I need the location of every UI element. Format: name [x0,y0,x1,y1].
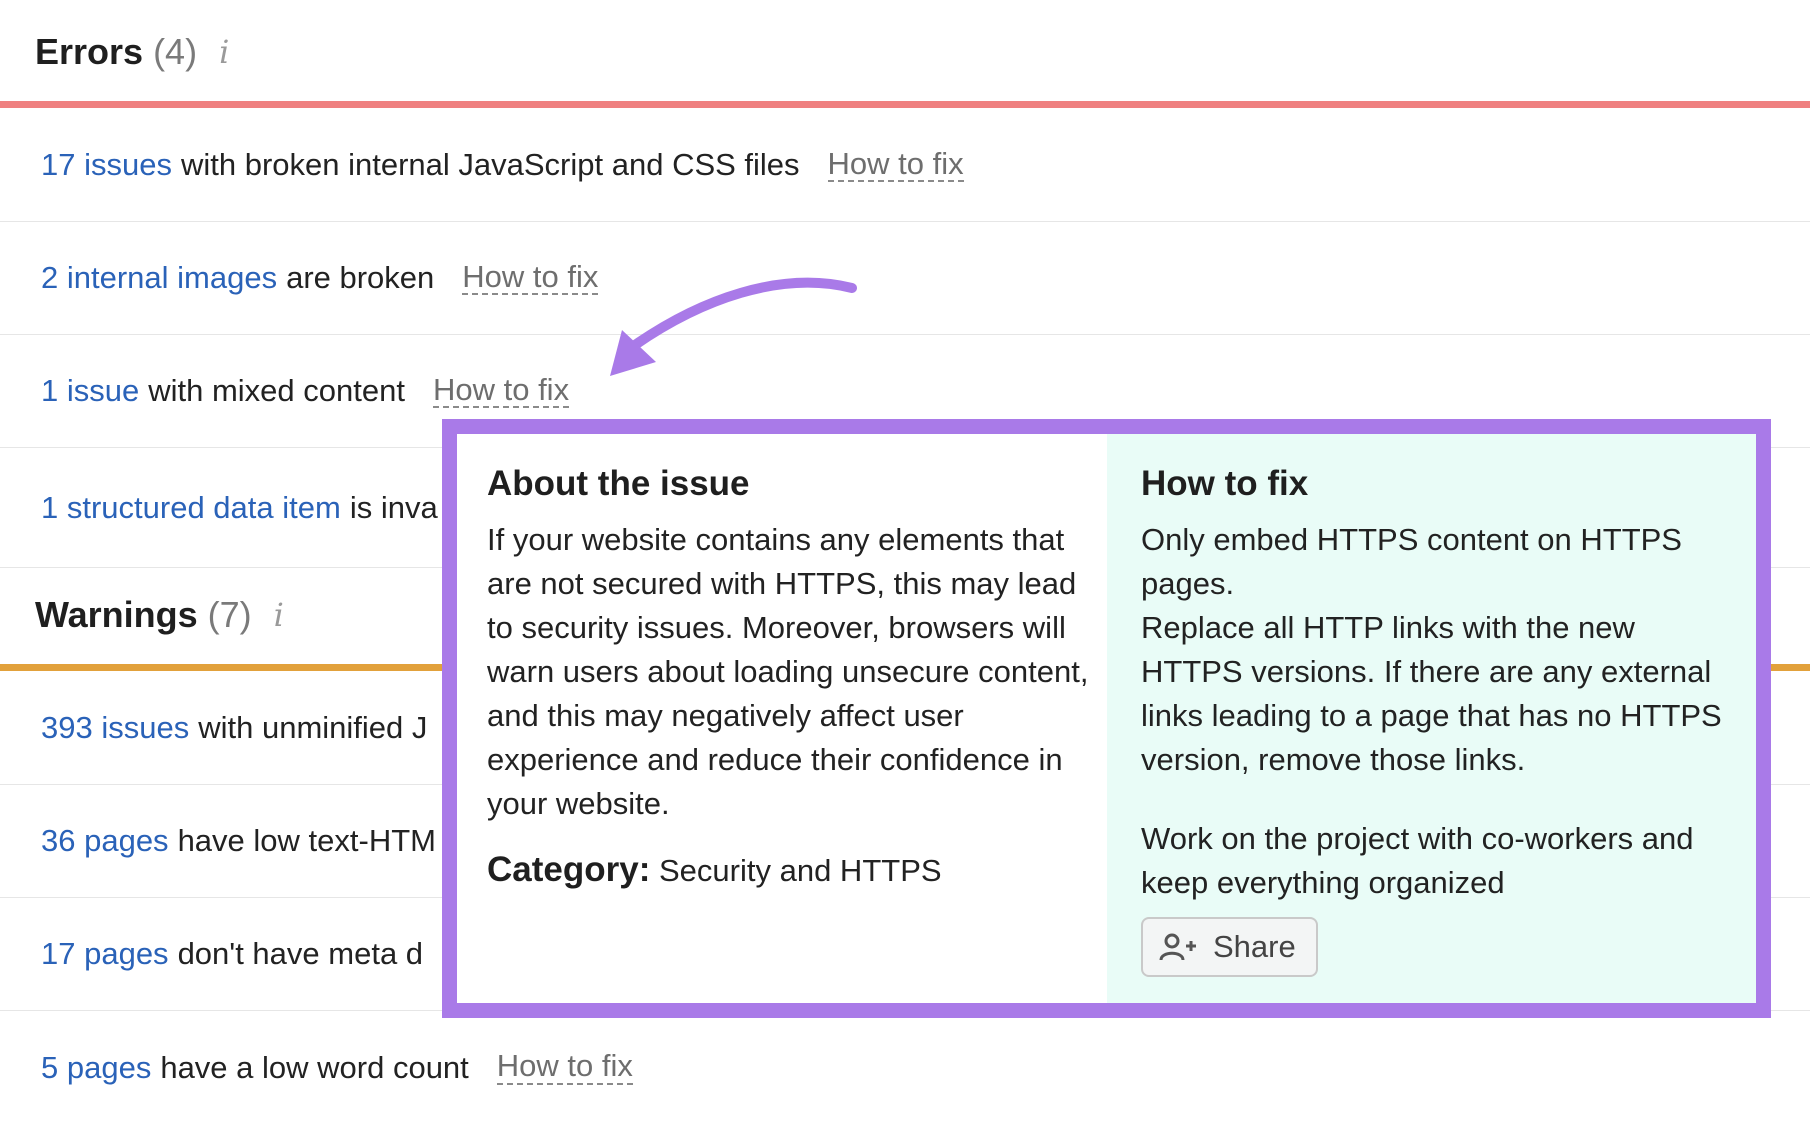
error-row: 17 issues with broken internal JavaScrip… [0,109,1810,222]
errors-divider [0,101,1810,108]
issue-count-link[interactable]: 36 pages [41,823,169,859]
how-to-fix-title: How to fix [1141,464,1309,503]
issue-count-link[interactable]: 393 issues [41,710,189,746]
issue-description: with broken internal JavaScript and CSS … [180,147,800,182]
share-label: Share [1213,929,1296,964]
about-text: If your website contains any elements th… [487,522,1089,821]
cowork-text: Work on the project with co-workers and … [1141,821,1694,900]
how-to-fix-link[interactable]: How to fix [827,147,964,183]
errors-title: Errors [35,31,144,72]
warnings-header: Warnings (7) i [35,585,284,645]
error-row: 2 internal images are broken How to fix [0,222,1810,335]
issue-description: have low text-HTM [177,823,436,858]
issue-count-link[interactable]: 1 issue [41,373,139,409]
issue-popup: About the issue If your website contains… [442,419,1771,1018]
how-to-fix-link[interactable]: How to fix [462,260,599,296]
how-to-fix-panel: How to fix Only embed HTTPS content on H… [1107,434,1756,1003]
issue-count-link[interactable]: 1 structured data item [41,490,341,526]
add-user-icon [1159,933,1196,961]
issue-description: don't have meta d [177,936,424,971]
issue-count-link[interactable]: 5 pages [41,1050,151,1086]
how-to-fix-link[interactable]: How to fix [432,373,570,409]
issue-description: have a low word count [160,1049,469,1085]
issue-description: are broken [286,260,435,295]
category-label: Category: [487,850,651,889]
about-title: About the issue [487,464,750,503]
how-to-fix-link[interactable]: How to fix [496,1050,633,1085]
share-button[interactable]: Share [1141,917,1318,977]
issue-count-link[interactable]: 17 pages [41,936,169,972]
errors-count: (4) [153,31,198,72]
issue-count-link[interactable]: 17 issues [41,147,172,183]
about-panel: About the issue If your website contains… [457,434,1107,1003]
issue-description: with mixed content [148,373,405,408]
how-to-fix-line-2: Replace all HTTP links with the new HTTP… [1141,610,1722,777]
issue-description: with unminified J [198,710,428,745]
warnings-count: (7) [207,594,252,635]
info-icon[interactable]: i [274,596,284,634]
warnings-title: Warnings [35,594,198,635]
warning-row: 5 pages have a low word count How to fix [0,1011,1810,1124]
category-value: Security and HTTPS [659,853,942,888]
info-icon[interactable]: i [219,33,229,71]
category-line: Category: Security and HTTPS [487,850,1107,890]
issue-count-link[interactable]: 2 internal images [41,260,277,296]
how-to-fix-line-1: Only embed HTTPS content on HTTPS pages. [1141,522,1682,601]
errors-header: Errors (4) i [35,22,229,82]
issue-description: is inva [349,489,438,525]
annotation-arrow-icon [610,277,857,376]
